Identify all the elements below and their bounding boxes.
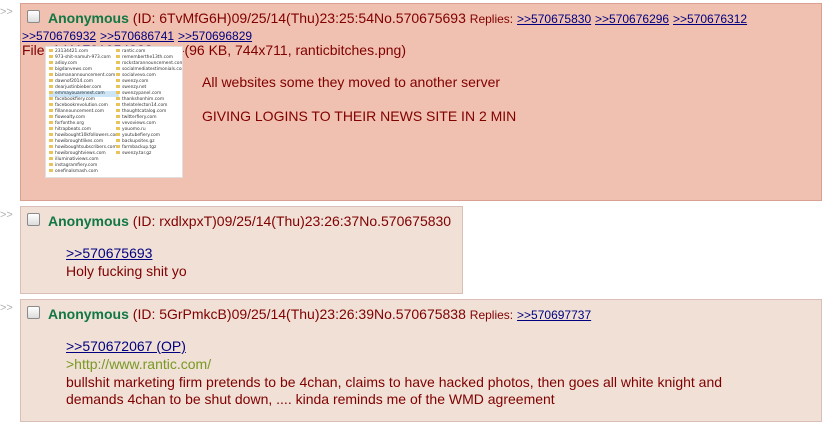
post-number[interactable]: No.570675830 — [359, 213, 451, 229]
post-message-line: demands 4chan to be shut down, .... kind… — [66, 391, 555, 407]
reply-link[interactable]: >>570676932 — [22, 29, 96, 43]
thumbnail-file-entry: swenzy.tar.gz — [116, 151, 182, 157]
post-arrows: >> — [0, 302, 13, 314]
poster-id: (ID: rxdlxpxT) — [132, 213, 217, 229]
post-datetime: 09/25/14(Thu)23:25:54 — [231, 10, 375, 26]
thumbnail-file-list-left: 23134421.com 973-shit-namuh-973.com adioy.… — [49, 49, 120, 175]
post-header-continued: >>570676932 >>570686741 >>570696829 — [22, 27, 252, 43]
post-number[interactable]: No.570675693 — [374, 10, 466, 26]
post-message-line: All websites some they moved to another … — [202, 74, 501, 90]
post-570675830: Anonymous (ID: rxdlxpxT)09/25/14(Thu)23:… — [20, 206, 463, 294]
post-arrows: >> — [0, 6, 13, 18]
quote-link[interactable]: >>570675693 — [66, 245, 152, 261]
poster-name: Anonymous — [48, 10, 129, 26]
post-570675693: Anonymous (ID: 6TvMfG6H)09/25/14(Thu)23:… — [20, 3, 822, 201]
poster-id: (ID: 6TvMfG6H) — [132, 10, 232, 26]
post-select-checkbox[interactable] — [27, 306, 40, 319]
post-number[interactable]: No.570675838 — [374, 306, 466, 322]
quote-link-op[interactable]: >>570672067 (OP) — [66, 338, 186, 354]
post-select-checkbox[interactable] — [27, 213, 40, 226]
poster-name: Anonymous — [48, 306, 129, 322]
reply-link[interactable]: >>570676296 — [595, 12, 669, 26]
greentext-line: >http://www.rantic.com/ — [66, 356, 212, 372]
reply-link[interactable]: >>570696829 — [178, 29, 252, 43]
thumbnail-file-entry: onefinalsmash.com — [49, 169, 119, 175]
post-datetime: 09/25/14(Thu)23:26:39 — [231, 306, 375, 322]
post-message-line: bullshit marketing firm pretends to be 4… — [66, 374, 723, 390]
thumbnail-file-list-right: rantic.com rememberthe13th.com rockstarann… — [116, 49, 182, 157]
post-header: Anonymous (ID: rxdlxpxT)09/25/14(Thu)23:… — [48, 213, 451, 229]
post-datetime: 09/25/14(Thu)23:26:37 — [216, 213, 360, 229]
reply-link[interactable]: >>570675830 — [517, 12, 591, 26]
post-select-checkbox[interactable] — [27, 10, 40, 23]
poster-id: (ID: 5GrPmkcB) — [132, 306, 232, 322]
replies-label: Replies: — [469, 12, 514, 26]
post-header: Anonymous (ID: 5GrPmkcB)09/25/14(Thu)23:… — [48, 306, 591, 322]
post-message-line: GIVING LOGINS TO THEIR NEWS SITE IN 2 MI… — [202, 108, 517, 124]
reply-link[interactable]: >>570697737 — [517, 308, 591, 322]
post-arrows: >> — [0, 209, 13, 221]
replies-label: Replies: — [469, 308, 514, 322]
post-header: Anonymous (ID: 6TvMfG6H)09/25/14(Thu)23:… — [48, 10, 747, 26]
file-details: -(96 KB, 744x711, ranticbitches.png) — [179, 42, 406, 58]
attached-image-thumbnail[interactable]: 23134421.com 973-shit-namuh-973.com adioy.… — [45, 46, 183, 178]
poster-name: Anonymous — [48, 213, 129, 229]
post-570675838: Anonymous (ID: 5GrPmkcB)09/25/14(Thu)23:… — [20, 299, 822, 422]
reply-link[interactable]: >>570676312 — [673, 12, 747, 26]
post-message-line: Holy fucking shit yo — [66, 263, 187, 279]
reply-link[interactable]: >>570686741 — [100, 29, 174, 43]
